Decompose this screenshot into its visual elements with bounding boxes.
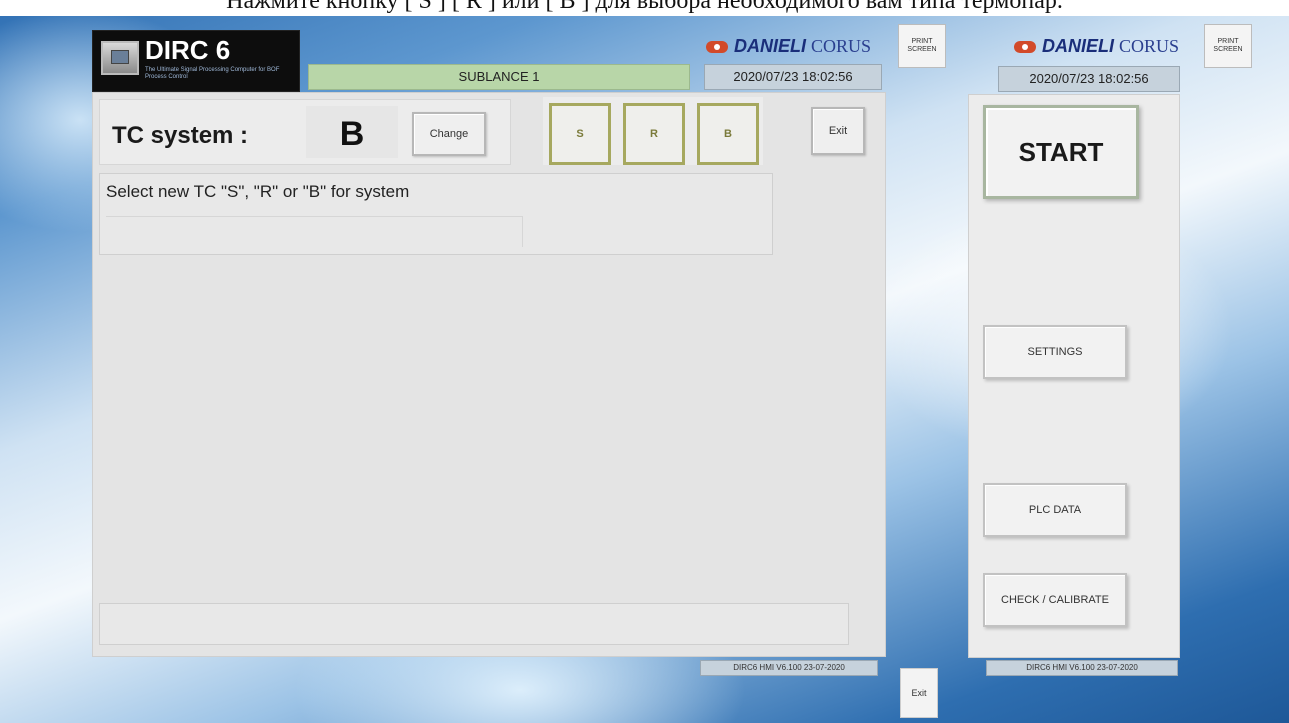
tc-select-group: S R B	[543, 97, 763, 165]
exit-small-button[interactable]: Exit	[900, 668, 938, 718]
instruction-caption: Нажмите кнопку [ S ] [ R ] или [ B ] для…	[0, 0, 1289, 16]
select-r-button[interactable]: R	[623, 103, 685, 165]
danieli-icon	[1014, 41, 1036, 54]
window-title: SUBLANCE 1	[308, 64, 690, 90]
start-button[interactable]: START	[983, 105, 1139, 199]
plc-data-button[interactable]: PLC DATA	[983, 483, 1127, 537]
danieli-icon	[706, 41, 728, 54]
brand-logo-left: DANIELI CORUS	[706, 36, 871, 57]
status-bar	[99, 603, 849, 645]
print-screen-button-left[interactable]: PRINT SCREEN	[898, 24, 946, 68]
datetime-left: 2020/07/23 18:02:56	[704, 64, 882, 90]
message-line-2	[106, 216, 523, 247]
select-s-button[interactable]: S	[549, 103, 611, 165]
main-panel: TC system : B Change S R B Exit Select n…	[92, 92, 886, 657]
logo-title: DIRC 6	[145, 35, 231, 65]
brand-logo-right: DANIELI CORUS	[1014, 36, 1179, 57]
logo-subtitle: The Ultimate Signal Processing Computer …	[145, 67, 280, 80]
dirc-logo: DIRC 6 The Ultimate Signal Processing Co…	[92, 30, 300, 92]
check-calibrate-button[interactable]: CHECK / CALIBRATE	[983, 573, 1127, 627]
datetime-right: 2020/07/23 18:02:56	[998, 66, 1180, 92]
print-screen-button-right[interactable]: PRINT SCREEN	[1204, 24, 1252, 68]
computer-icon	[101, 41, 139, 75]
tc-system-row: TC system : B Change	[99, 99, 511, 165]
tc-system-value: B	[306, 106, 398, 158]
exit-button[interactable]: Exit	[811, 107, 865, 155]
change-button[interactable]: Change	[412, 112, 486, 156]
version-right: DIRC6 HMI V6.100 23-07-2020	[986, 660, 1178, 676]
message-box: Select new TC "S", "R" or "B" for system	[99, 173, 773, 255]
settings-button[interactable]: SETTINGS	[983, 325, 1127, 379]
tc-system-label: TC system :	[112, 122, 249, 149]
version-left: DIRC6 HMI V6.100 23-07-2020	[700, 660, 878, 676]
select-b-button[interactable]: B	[697, 103, 759, 165]
message-text: Select new TC "S", "R" or "B" for system	[106, 182, 410, 201]
right-panel: START SETTINGS PLC DATA CHECK / CALIBRAT…	[968, 94, 1180, 658]
